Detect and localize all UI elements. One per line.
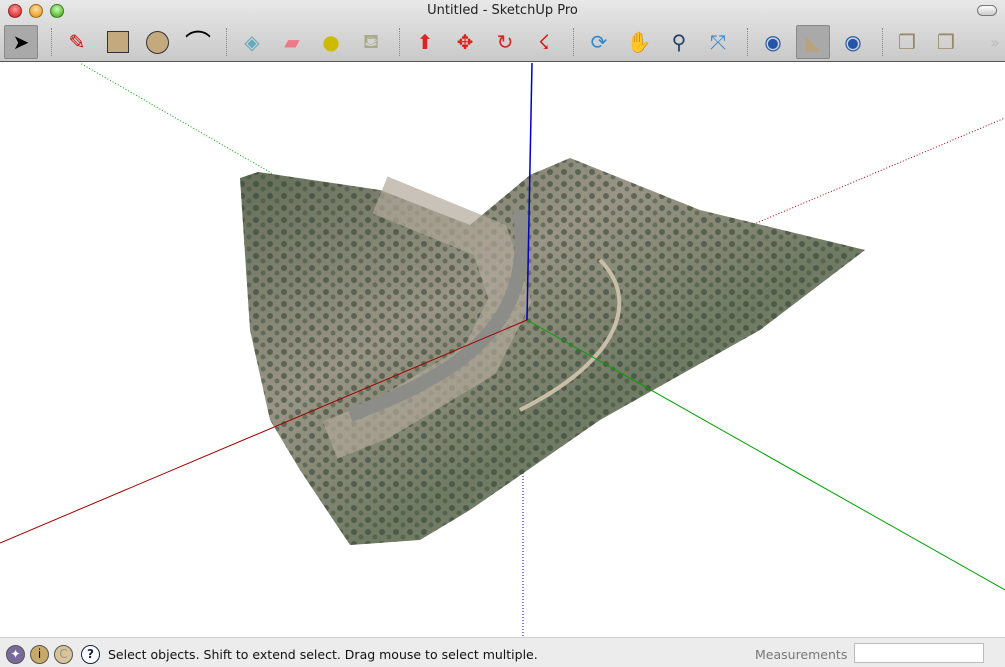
arc-tool[interactable]: ⌒: [181, 25, 215, 60]
license-icon[interactable]: C: [54, 645, 73, 664]
zoom-tool[interactable]: ⚲: [662, 25, 696, 59]
terrain-model[interactable]: [240, 158, 865, 545]
tape-measure-tool[interactable]: ●: [314, 25, 348, 59]
arc-icon: ⌒: [184, 29, 211, 60]
rotate-tool[interactable]: ↻: [488, 25, 522, 59]
help-icon[interactable]: ?: [81, 645, 100, 664]
hand-icon: ✋: [626, 30, 652, 54]
pan-tool[interactable]: ✋: [622, 25, 656, 59]
rotate-icon: ↻: [496, 30, 514, 54]
orbit-icon: ⟳: [590, 30, 608, 54]
title-bar: Untitled - SketchUp Pro ➤ ✎ ⌒ ◈ ▰ ● ⛾ ⬆ …: [0, 0, 1005, 62]
geo-location-icon[interactable]: ✦: [6, 645, 25, 664]
eraser-tool[interactable]: ▰: [275, 25, 309, 59]
select-tool[interactable]: ➤: [4, 25, 38, 59]
circle-tool[interactable]: [140, 25, 174, 59]
pencil-tool[interactable]: ✎: [60, 25, 94, 59]
circle-icon: [145, 30, 169, 54]
zoom-extents-icon: ⤧: [710, 30, 726, 54]
measurements-label: Measurements: [755, 647, 848, 662]
chevron-right-icon: »: [990, 32, 1000, 52]
pencil-icon: ✎: [68, 30, 86, 54]
window-title: Untitled - SketchUp Pro: [427, 3, 578, 18]
paint-bucket-tool[interactable]: ⛾: [354, 25, 388, 59]
status-bar: ✦ i C ? Select objects. Shift to extend …: [0, 637, 1005, 667]
eraser-icon: ▰: [284, 30, 300, 54]
toolbar-toggle-button[interactable]: [977, 5, 997, 16]
rectangle-icon: [107, 31, 129, 53]
status-hint: Select objects. Shift to extend select. …: [108, 647, 538, 662]
share-model-button[interactable]: ❒: [929, 25, 963, 59]
make-component-tool[interactable]: ◈: [235, 25, 269, 59]
component-icon: ◈: [244, 30, 260, 54]
paint-bucket-icon: ⛾: [362, 28, 380, 53]
earth-upload-icon: ◉: [844, 30, 862, 54]
get-models-button[interactable]: ❒: [890, 25, 924, 59]
warehouse-upload-icon: ❒: [937, 30, 955, 54]
tape-measure-icon: ●: [322, 30, 340, 54]
earth-download-icon: ◉: [764, 30, 782, 54]
follow-me-icon: ☇: [538, 30, 550, 54]
measurements-input[interactable]: [854, 643, 984, 663]
zoom-extents-tool[interactable]: ⤧: [701, 25, 735, 59]
push-pull-icon: ⬆: [416, 30, 434, 54]
zoom-icon: ⚲: [671, 30, 687, 54]
move-tool[interactable]: ✥: [448, 25, 482, 59]
arrow-cursor-icon: ➤: [12, 30, 30, 54]
credits-icon[interactable]: i: [30, 645, 49, 664]
toggle-terrain-button[interactable]: ◣: [796, 25, 830, 59]
push-pull-tool[interactable]: ⬆: [408, 25, 442, 59]
orbit-tool[interactable]: ⟳: [582, 25, 616, 59]
green-axis: [526, 319, 1005, 591]
model-viewport[interactable]: [0, 63, 1005, 637]
terrain-icon: ◣: [805, 30, 821, 54]
follow-me-tool[interactable]: ☇: [527, 25, 561, 59]
move-icon: ✥: [456, 30, 474, 54]
toolbar-overflow-button[interactable]: »: [978, 25, 1005, 59]
rectangle-tool[interactable]: [101, 25, 135, 59]
get-current-view-button[interactable]: ◉: [756, 25, 790, 59]
warehouse-download-icon: ❒: [898, 30, 916, 54]
place-model-button[interactable]: ◉: [836, 25, 870, 59]
